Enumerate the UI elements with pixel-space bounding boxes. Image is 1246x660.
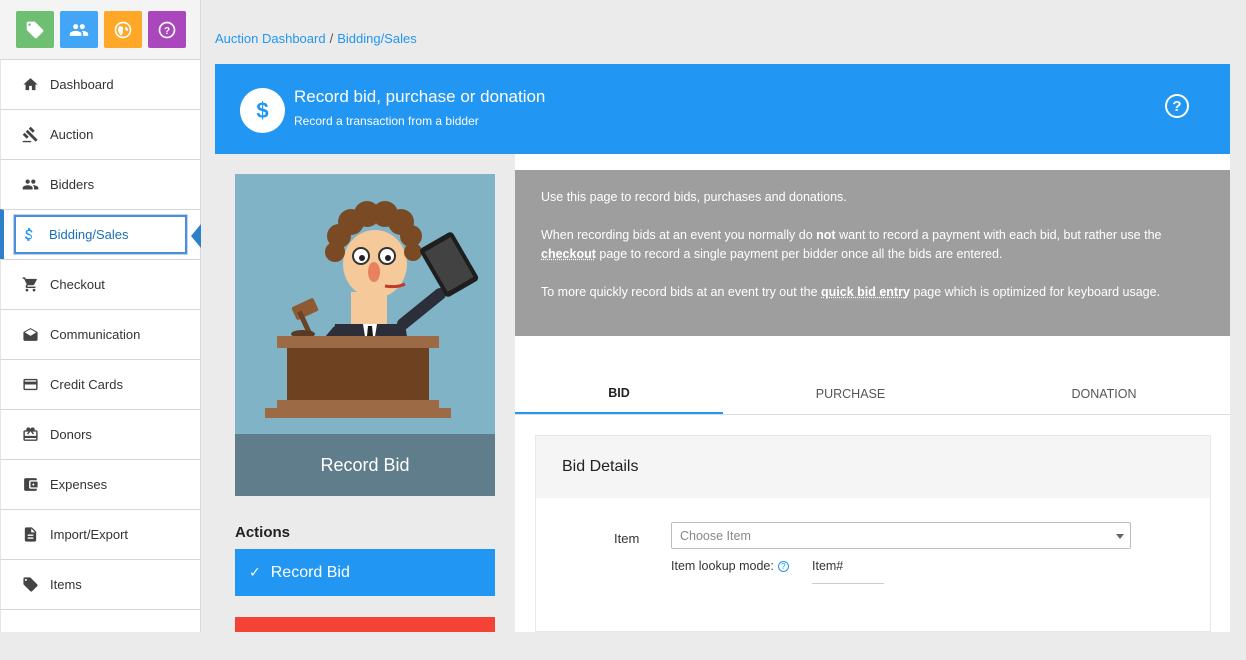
people-icon [21,176,39,194]
lookup-mode-label: Item lookup mode: [671,559,774,573]
tab-bid[interactable]: BID [515,374,723,414]
page-title: Record bid, purchase or donation [294,87,546,106]
quick-buttons: ? [16,11,186,48]
globe-icon [114,21,132,38]
sidebar-nav: Dashboard Auction Bidders Bidding/Sales … [0,59,200,632]
envelope-icon [21,326,39,344]
info-text-checkout: When recording bids at an event you norm… [541,226,1204,264]
people-icon [69,23,89,36]
tag-quick-button[interactable] [16,11,54,48]
record-bid-label: Record Bid [270,563,350,581]
breadcrumb: Auction Dashboard / Bidding/Sales [215,31,417,46]
gavel-icon [21,126,39,144]
cart-icon [21,276,39,294]
info-text: To more quickly record bids at an event … [541,285,821,299]
info-text: When recording bids at an event you norm… [541,228,817,242]
info-emphasis: not [816,228,836,242]
active-indicator-arrow [191,224,201,248]
right-column: Use this page to record bids, purchases … [515,154,1230,632]
sidebar-item-label: Checkout [50,277,105,292]
sidebar-item-label: Expenses [50,477,108,492]
sidebar-item-label: Auction [50,127,94,142]
tab-donation[interactable]: DONATION [978,374,1230,414]
sidebar-item-label: Credit Cards [50,377,123,392]
dollar-icon [20,226,38,244]
document-icon [21,526,39,544]
info-text: page to record a single payment per bidd… [595,247,1003,261]
globe-quick-button[interactable] [104,11,142,48]
check-icon: ✓ [249,564,261,580]
sidebar-item-label: Bidders [50,177,95,192]
checkout-link[interactable]: checkout [541,247,596,261]
wallet-icon [21,476,39,494]
info-text: page which is optimized for keyboard usa… [909,285,1161,299]
info-text-intro: Use this page to record bids, purchases … [541,190,847,204]
tab-purchase[interactable]: PURCHASE [723,374,978,414]
sidebar-item-label: Donors [50,427,92,442]
breadcrumb-separator: / [329,31,334,46]
breadcrumb-link-auction-dashboard[interactable]: Auction Dashboard [215,31,326,46]
bid-details-panel: Bid Details Item Choose Item Item lookup… [535,435,1211,632]
help-icon[interactable]: ? [777,560,789,572]
sidebar-item-dashboard[interactable]: Dashboard [0,59,200,109]
sidebar-item-bidding-sales[interactable]: Bidding/Sales [0,209,200,259]
auctioneer-illustration [235,174,495,434]
sidebar-item-checkout[interactable]: Checkout [0,259,200,309]
people-quick-button[interactable] [60,11,98,48]
record-bid-button[interactable]: ✓ Record Bid [235,549,495,596]
sidebar-item-items[interactable]: Items [0,559,200,609]
item-select-placeholder: Choose Item [680,529,751,543]
sidebar-item-auction[interactable]: Auction [0,109,200,159]
actions-heading: Actions [235,524,291,541]
breadcrumb-current[interactable]: Bidding/Sales [337,31,417,46]
item-select[interactable]: Choose Item [671,522,1131,549]
info-text: want to record a payment with each bid, … [835,228,1162,242]
page-header-banner: $ Record bid, purchase or donation Recor… [215,64,1230,154]
item-lookup-mode: Item lookup mode: ? [671,559,789,573]
sidebar-item-communication[interactable]: Communication [0,309,200,359]
gift-icon [21,426,39,444]
left-column: Record Bid Actions ✓ Record Bid [215,154,515,632]
sidebar-item-import-export[interactable]: Import/Export [0,509,200,559]
sidebar-item-bidders[interactable]: Bidders [0,159,200,209]
sidebar-item-label: Items [50,577,82,592]
sidebar-item-partial[interactable] [0,609,200,632]
chevron-down-icon [1116,534,1124,539]
tag-icon [26,21,44,38]
sidebar-item-label: Bidding/Sales [49,227,129,242]
dollar-icon: $ [240,88,285,133]
sidebar-item-label: Import/Export [50,527,129,542]
transaction-tabs: BID PURCHASE DONATION [515,374,1230,415]
record-purchase-button[interactable] [235,617,495,632]
sidebar-item-donors[interactable]: Donors [0,409,200,459]
record-bid-card[interactable]: Record Bid [235,174,495,496]
item-label: Item [614,531,640,546]
svg-text:?: ? [164,25,170,36]
help-icon: ? [158,21,176,38]
card-caption: Record Bid [235,434,495,496]
info-text-quickbid: To more quickly record bids at an event … [541,283,1204,302]
home-icon [21,76,39,94]
quick-bid-entry-link[interactable]: quick bid entry [821,285,910,299]
lookup-mode-value[interactable]: Item# [812,559,884,584]
bid-details-heading: Bid Details [536,436,1210,498]
help-icon[interactable]: ? [1165,94,1189,118]
tag-icon [21,576,39,594]
credit-card-icon [21,376,39,394]
sidebar-item-credit-cards[interactable]: Credit Cards [0,359,200,409]
sidebar-item-label: Communication [50,327,141,342]
sidebar: ? Dashboard Auction Bidders Bidding/Sale… [0,0,201,632]
sidebar-item-expenses[interactable]: Expenses [0,459,200,509]
help-quick-button[interactable]: ? [148,11,186,48]
info-panel: Use this page to record bids, purchases … [515,170,1230,336]
page-subtitle: Record a transaction from a bidder [294,114,479,128]
sidebar-item-label: Dashboard [50,77,114,92]
